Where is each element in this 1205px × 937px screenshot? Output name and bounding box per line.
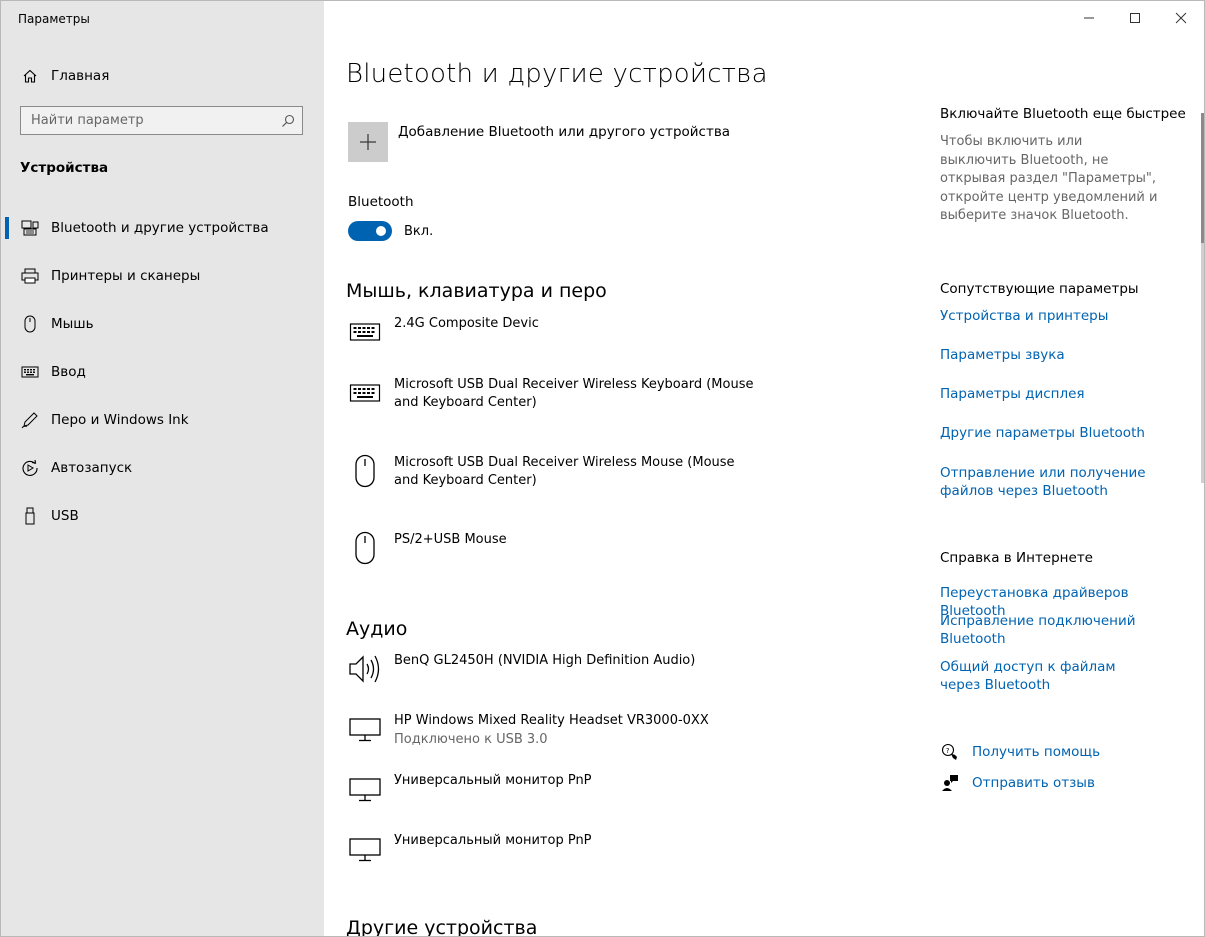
home-icon bbox=[20, 66, 40, 86]
web-help-title: Справка в Интернете bbox=[940, 550, 1093, 566]
link-sound-settings[interactable]: Параметры звука bbox=[940, 346, 1185, 364]
keyboard-icon bbox=[20, 362, 40, 382]
send-feedback-label: Отправить отзыв bbox=[972, 775, 1095, 791]
window-title: Параметры bbox=[18, 12, 90, 26]
link-send-receive-files[interactable]: Отправление или получение файлов через B… bbox=[940, 464, 1185, 500]
get-help-label: Получить помощь bbox=[972, 744, 1101, 760]
section-title: Устройства bbox=[20, 160, 109, 176]
device-name: Microsoft USB Dual Receiver Wireless Mou… bbox=[394, 455, 735, 488]
link-file-sharing[interactable]: Общий доступ к файлам через Bluetooth bbox=[940, 658, 1150, 694]
sidebar-item-usb[interactable]: USB bbox=[1, 492, 324, 540]
tip-title: Включайте Bluetooth еще быстрее bbox=[940, 106, 1186, 122]
minimize-icon bbox=[1084, 17, 1094, 19]
main-content: Bluetooth и другие устройства Добавление… bbox=[324, 1, 1204, 936]
window-controls bbox=[1066, 1, 1204, 35]
sidebar-item-pen[interactable]: Перо и Windows Ink bbox=[1, 396, 324, 444]
group-title-input-devices: Мышь, клавиатура и перо bbox=[346, 280, 607, 302]
search-input[interactable] bbox=[21, 112, 273, 129]
add-device-button[interactable] bbox=[348, 122, 388, 162]
autoplay-icon bbox=[20, 458, 40, 478]
home-nav-item[interactable]: Главная bbox=[20, 65, 109, 87]
sidebar-item-label: USB bbox=[51, 508, 79, 524]
sidebar-item-label: Принтеры и сканеры bbox=[51, 268, 201, 284]
search-icon[interactable] bbox=[281, 113, 295, 132]
maximize-button[interactable] bbox=[1112, 1, 1158, 35]
device-name: 2.4G Composite Devic bbox=[394, 316, 539, 331]
keyboard-icon bbox=[348, 315, 382, 349]
device-name: Универсальный монитор PnP bbox=[394, 833, 592, 848]
group-title-audio: Аудио bbox=[346, 618, 408, 640]
link-devices-printers[interactable]: Устройства и принтеры bbox=[940, 307, 1185, 325]
close-icon bbox=[1175, 12, 1187, 24]
mouse-icon bbox=[348, 531, 382, 565]
bluetooth-label: Bluetooth bbox=[348, 194, 414, 210]
home-label: Главная bbox=[51, 68, 110, 84]
mouse-icon bbox=[348, 454, 382, 488]
minimize-button[interactable] bbox=[1066, 1, 1112, 35]
sidebar-item-input[interactable]: Ввод bbox=[1, 348, 324, 396]
chat-help-icon: ? bbox=[940, 742, 960, 762]
monitor-icon bbox=[348, 712, 382, 746]
tip-text: Чтобы включить или выключить Bluetooth, … bbox=[940, 134, 1158, 223]
sidebar-item-label: Перо и Windows Ink bbox=[51, 412, 189, 428]
sidebar-item-autoplay[interactable]: Автозапуск bbox=[1, 444, 324, 492]
device-name: PS/2+USB Mouse bbox=[394, 532, 507, 547]
page-title: Bluetooth и другие устройства bbox=[346, 59, 768, 89]
maximize-icon bbox=[1130, 13, 1140, 23]
group-title-other-devices: Другие устройства bbox=[346, 917, 538, 937]
svg-text:?: ? bbox=[946, 747, 950, 755]
toggle-knob bbox=[376, 226, 386, 236]
bluetooth-state: Вкл. bbox=[404, 224, 434, 239]
sidebar: Параметры Главная Устройства Bluetooth и… bbox=[1, 1, 324, 936]
device-name: BenQ GL2450H (NVIDIA High Definition Aud… bbox=[394, 653, 696, 668]
link-more-bluetooth[interactable]: Другие параметры Bluetooth bbox=[940, 424, 1185, 442]
device-status: Подключено к USB 3.0 bbox=[394, 732, 548, 747]
printer-icon bbox=[20, 266, 40, 286]
plus-icon bbox=[360, 134, 376, 150]
sidebar-nav: Bluetooth и другие устройства Принтеры и… bbox=[1, 204, 324, 540]
close-button[interactable] bbox=[1158, 1, 1204, 35]
bluetooth-devices-icon bbox=[20, 218, 40, 238]
device-name: HP Windows Mixed Reality Headset VR3000-… bbox=[394, 713, 709, 728]
sidebar-item-mouse[interactable]: Мышь bbox=[1, 300, 324, 348]
device-name: Microsoft USB Dual Receiver Wireless Key… bbox=[394, 377, 754, 410]
feedback-icon bbox=[940, 773, 960, 793]
settings-search[interactable] bbox=[20, 106, 303, 135]
sidebar-item-label: Ввод bbox=[51, 364, 86, 380]
link-fix-connections[interactable]: Исправление подключений Bluetooth bbox=[940, 612, 1140, 648]
monitor-icon bbox=[348, 772, 382, 806]
keyboard-icon bbox=[348, 376, 382, 410]
settings-window: Параметры Главная Устройства Bluetooth и… bbox=[0, 0, 1205, 937]
sidebar-item-bluetooth[interactable]: Bluetooth и другие устройства bbox=[1, 204, 324, 252]
scrollbar-track[interactable] bbox=[1201, 243, 1204, 483]
add-device-label[interactable]: Добавление Bluetooth или другого устройс… bbox=[398, 124, 730, 140]
usb-icon bbox=[20, 506, 40, 526]
get-help-link[interactable]: ? Получить помощь bbox=[940, 742, 1100, 762]
monitor-icon bbox=[348, 832, 382, 866]
speaker-icon bbox=[348, 652, 382, 686]
sidebar-item-label: Мышь bbox=[51, 316, 94, 332]
sidebar-item-label: Bluetooth и другие устройства bbox=[51, 220, 269, 236]
related-title: Сопутствующие параметры bbox=[940, 281, 1139, 297]
sidebar-item-label: Автозапуск bbox=[51, 460, 133, 476]
link-display-settings[interactable]: Параметры дисплея bbox=[940, 385, 1185, 403]
device-name: Универсальный монитор PnP bbox=[394, 773, 592, 788]
pen-icon bbox=[20, 410, 40, 430]
send-feedback-link[interactable]: Отправить отзыв bbox=[940, 773, 1095, 793]
bluetooth-toggle[interactable] bbox=[348, 221, 392, 241]
scrollbar-thumb[interactable] bbox=[1201, 113, 1204, 243]
sidebar-item-printers[interactable]: Принтеры и сканеры bbox=[1, 252, 324, 300]
mouse-icon bbox=[20, 314, 40, 334]
